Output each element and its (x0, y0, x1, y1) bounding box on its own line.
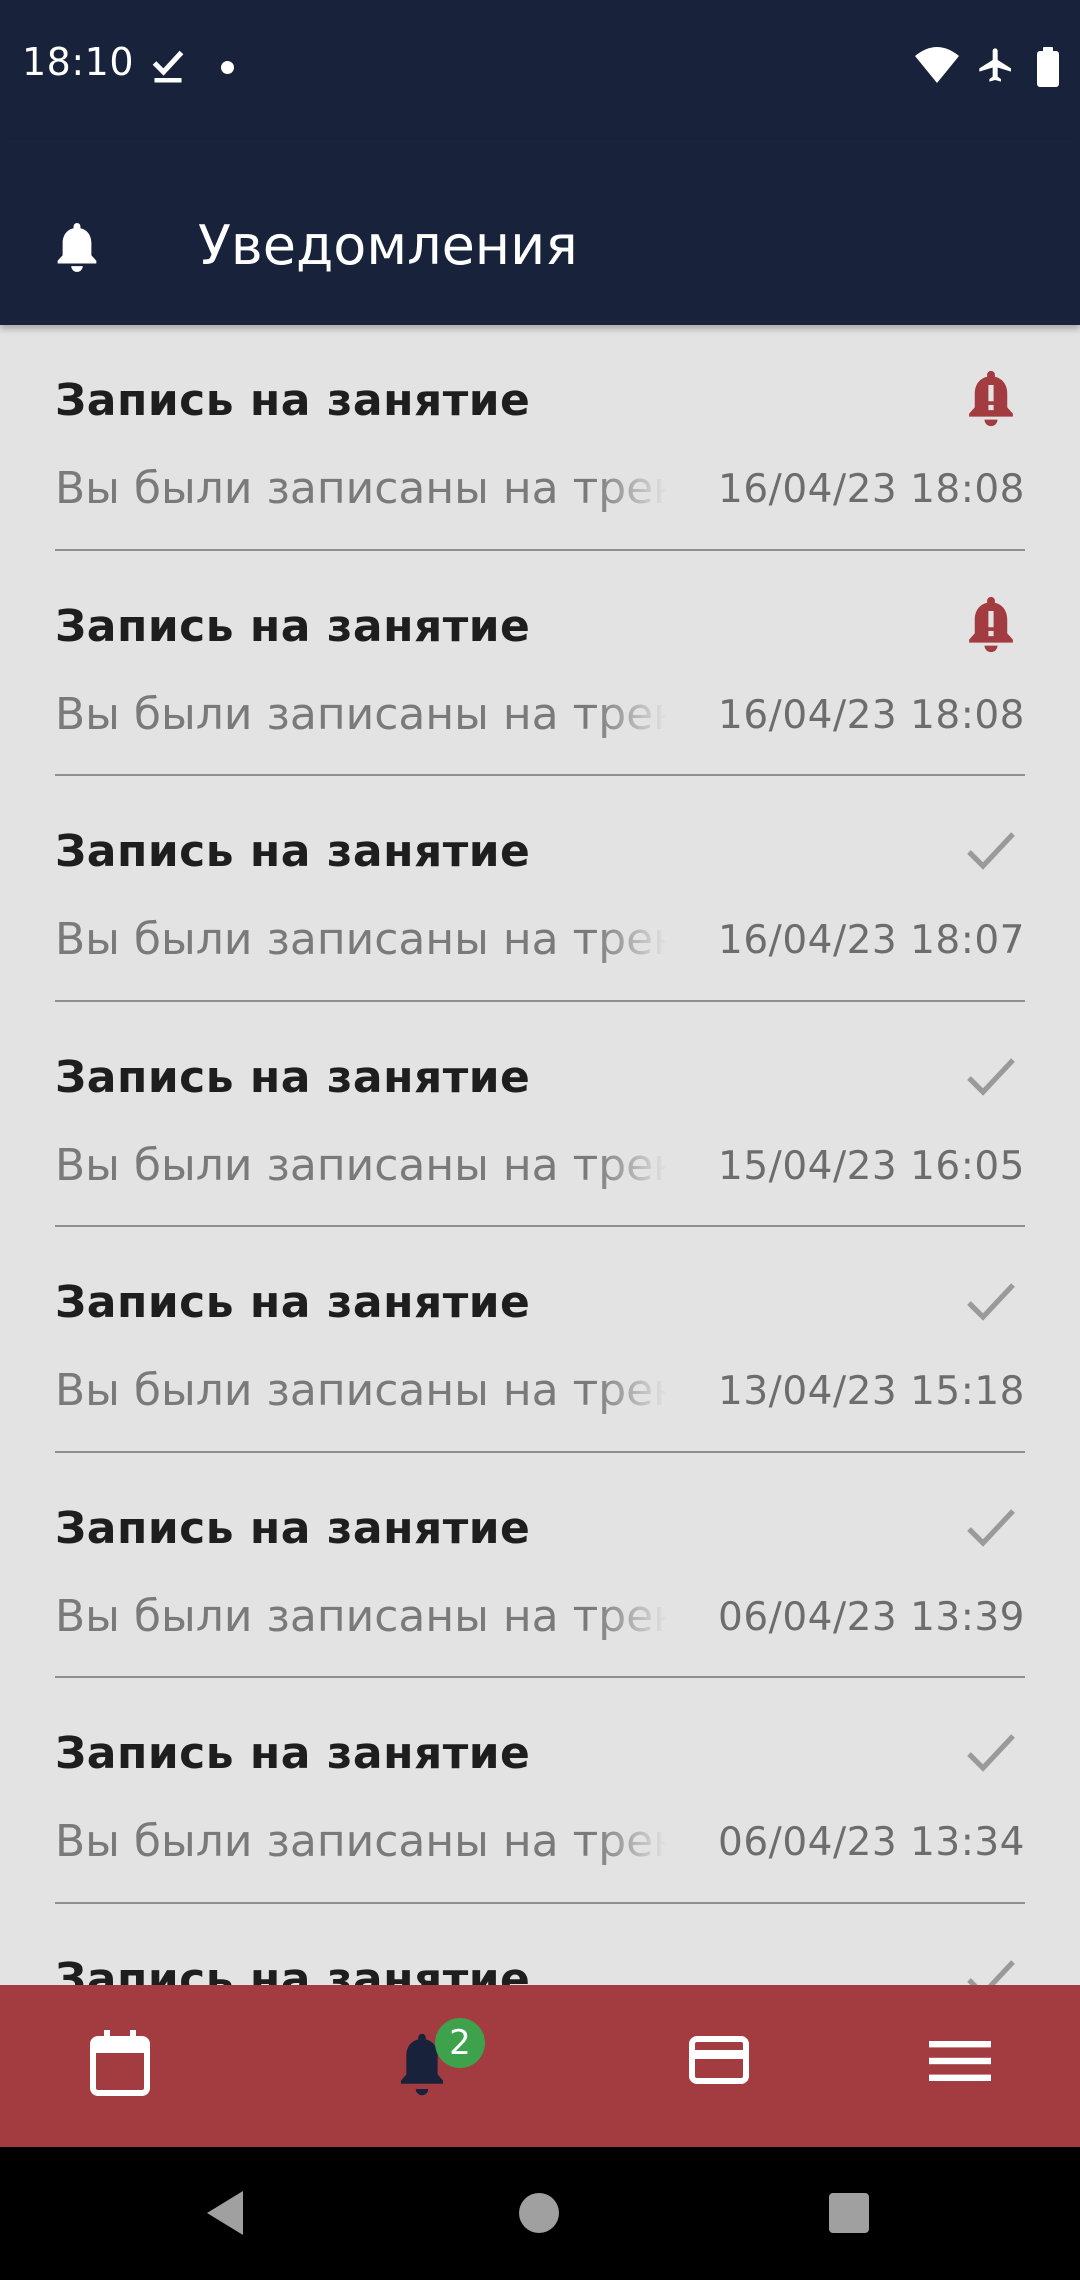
notification-item[interactable]: Запись на занятие Вы были записаны на тр… (55, 1002, 1025, 1227)
check-icon (967, 1734, 1015, 1772)
notification-title: Запись на занятие (55, 1953, 531, 1986)
airplane-mode-icon (979, 48, 1011, 82)
check-icon (967, 832, 1015, 870)
notification-date: 13/04/23 15:18 (718, 1369, 1025, 1414)
notification-dot-icon (221, 61, 234, 74)
notification-item[interactable]: Запись на занятие Вы были записаны на тр… (55, 1453, 1025, 1678)
notification-item[interactable]: Запись на занятие Вы были записаны на тр… (55, 325, 1025, 551)
battery-icon (1037, 47, 1059, 87)
bottom-nav (0, 1985, 1080, 2147)
notification-title: Запись на занятие (55, 1051, 531, 1103)
notification-title: Запись на занятие (55, 826, 531, 877)
notification-text: Вы были записаны на тренировку (55, 463, 667, 514)
notification-title: Запись на занятие (55, 1277, 531, 1328)
notification-title: Запись на занятие (55, 1502, 531, 1554)
notification-text: Вы были записаны на тренировку (55, 1816, 667, 1867)
notification-date: 06/04/23 13:39 (718, 1594, 1025, 1640)
nav-notifications-button[interactable] (345, 1985, 495, 2147)
status-time: 18:10 (22, 40, 135, 84)
page-title: Уведомления (198, 214, 578, 277)
check-icon (967, 1057, 1015, 1096)
notification-item[interactable]: Запись на занятие Вы были записаны на тр… (55, 1227, 1025, 1453)
notification-date: 16/04/23 18:07 (718, 918, 1025, 963)
status-bar: 18:10 (0, 0, 1080, 140)
notifications-list[interactable]: Запись на занятие Вы были записаны на тр… (0, 325, 1080, 1985)
notification-text: Вы были записаны на тренировку (55, 914, 667, 965)
notification-item[interactable]: Запись на занятие (55, 1904, 1025, 1986)
notification-text: Вы были записаны на тренировку (55, 1590, 667, 1642)
check-icon (967, 1959, 1015, 1985)
calendar-icon (90, 2030, 150, 2096)
check-icon (967, 1283, 1015, 1321)
notification-item[interactable]: Запись на занятие Вы были записаны на тр… (55, 1678, 1025, 1904)
nav-calendar-button[interactable] (45, 1985, 195, 2147)
download-done-icon (152, 50, 184, 83)
nav-payments-button[interactable] (645, 1985, 795, 2147)
notification-date: 15/04/23 16:05 (718, 1143, 1025, 1189)
menu-icon (929, 2041, 991, 2081)
notification-title: Запись на занятие (55, 1728, 531, 1779)
recents-icon[interactable] (828, 2192, 870, 2234)
app-bar: Уведомления (0, 140, 1080, 325)
notification-item[interactable]: Запись на занятие Вы были записаны на тр… (55, 776, 1025, 1002)
credit-card-icon (689, 2036, 749, 2084)
nav-menu-button[interactable] (885, 1985, 1035, 2147)
notification-text: Вы были записаны на тренировку (55, 1139, 667, 1191)
notification-text: Вы были записаны на тренировку (55, 1365, 667, 1416)
system-nav-bar (0, 2147, 1080, 2280)
wifi-icon (915, 47, 959, 83)
check-icon (967, 1508, 1015, 1547)
home-icon[interactable] (518, 2192, 560, 2234)
bell-alert-icon (969, 370, 1013, 427)
notification-text: Вы были записаны на тренировку (55, 688, 667, 740)
notification-count-badge: 2 (435, 2018, 485, 2068)
bell-alert-icon (969, 596, 1013, 652)
notification-title: Запись на занятие (55, 600, 531, 652)
notification-date: 16/04/23 18:08 (718, 692, 1025, 738)
bell-icon (57, 223, 97, 272)
notification-item[interactable]: Запись на занятие Вы были записаны на тр… (55, 551, 1025, 776)
back-icon[interactable] (205, 2189, 245, 2237)
notification-date: 16/04/23 18:08 (718, 467, 1025, 512)
notification-title: Запись на занятие (55, 375, 531, 426)
notification-date: 06/04/23 13:34 (718, 1820, 1025, 1865)
